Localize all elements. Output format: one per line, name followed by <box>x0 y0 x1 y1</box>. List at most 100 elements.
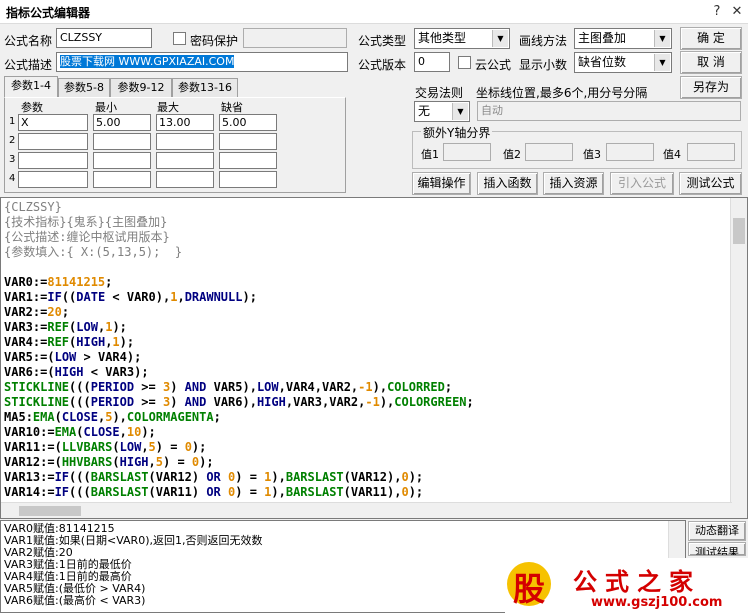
formula-version-input[interactable]: 0 <box>414 52 450 72</box>
trade-rule-select[interactable]: 无 ▼ <box>414 101 470 122</box>
draw-method-select[interactable]: 主图叠加 ▼ <box>574 28 672 49</box>
edit-operation-button[interactable]: 编辑操作 <box>412 172 471 195</box>
tab-params-9-12[interactable]: 参数9-12 <box>110 78 172 97</box>
param-max-cell[interactable]: 13.00 <box>156 114 214 131</box>
decimals-value: 缺省位数 <box>578 55 627 69</box>
tab-params-5-8[interactable]: 参数5-8 <box>58 78 110 97</box>
param-max-cell[interactable] <box>156 133 214 150</box>
cloud-formula-label: 云公式 <box>475 58 512 72</box>
formula-name-input[interactable]: CLZSSY <box>56 28 152 48</box>
formula-desc-label: 公式描述 <box>4 58 53 72</box>
password-label: 密码保护 <box>190 34 239 48</box>
code-line: VAR3:=REF(LOW,1); <box>4 320 127 334</box>
params-panel: 参数 最小 最大 缺省 1 X 5.00 13.00 5.00 2 3 4 <box>4 97 346 193</box>
chevron-down-icon: ▼ <box>492 30 508 47</box>
y-value-1-input[interactable] <box>443 143 491 161</box>
password-input[interactable] <box>243 28 347 48</box>
help-button[interactable]: ? <box>707 3 727 21</box>
formula-type-select[interactable]: 其他类型 ▼ <box>414 28 510 49</box>
param-row-index: 3 <box>9 154 16 165</box>
y-value-2-label: 值2 <box>503 148 521 161</box>
param-min-cell[interactable] <box>93 133 151 150</box>
formula-type-value: 其他类型 <box>418 31 467 45</box>
import-formula-button[interactable]: 引入公式 <box>610 172 674 195</box>
title-bar: 指标公式编辑器 ? ✕ <box>0 0 748 24</box>
coord-line-input[interactable]: 自动 <box>477 101 741 121</box>
param-header-max: 最大 <box>157 101 179 114</box>
param-name-cell[interactable]: X <box>18 114 88 131</box>
scrollbar-thumb[interactable] <box>733 218 745 244</box>
formula-version-label: 公式版本 <box>358 58 407 72</box>
tab-params-1-4[interactable]: 参数1-4 <box>4 76 58 98</box>
insert-function-button[interactable]: 插入函数 <box>477 172 538 195</box>
password-checkbox[interactable] <box>173 32 186 45</box>
param-row-index: 2 <box>9 135 16 146</box>
y-value-3-label: 值3 <box>583 148 601 161</box>
insert-resource-button[interactable]: 插入资源 <box>543 172 604 195</box>
y-value-2-input[interactable] <box>525 143 573 161</box>
window-title: 指标公式编辑器 <box>6 6 91 20</box>
cancel-button[interactable]: 取 消 <box>680 51 742 74</box>
param-row-index: 4 <box>9 173 16 184</box>
code-line: VAR4:=REF(HIGH,1); <box>4 335 135 349</box>
ok-button[interactable]: 确 定 <box>680 27 742 50</box>
code-line: VAR1:=IF((DATE < VAR0),1,DRAWNULL); <box>4 290 257 304</box>
code-line: {技术指标}{鬼系}{主图叠加} <box>4 215 168 229</box>
trade-rule-value: 无 <box>418 104 431 118</box>
param-max-cell[interactable] <box>156 152 214 169</box>
y-value-3-input[interactable] <box>606 143 654 161</box>
scrollbar-thumb[interactable] <box>19 506 81 516</box>
dynamic-translate-button[interactable]: 动态翻译 <box>688 521 746 541</box>
param-name-cell[interactable] <box>18 152 88 169</box>
code-line: VAR11:=(LLVBARS(LOW,5) = 0); <box>4 440 207 454</box>
code-line: VAR13:=IF(((BARSLAST(VAR12) OR 0) = 1),B… <box>4 470 424 484</box>
extra-y-axis-group: 额外Y轴分界 值1 值2 值3 值4 <box>412 124 742 169</box>
param-name-cell[interactable] <box>18 133 88 150</box>
watermark-logo: 股 公式之家 www.gszj100.com <box>505 558 748 613</box>
param-default-cell[interactable]: 5.00 <box>219 114 277 131</box>
draw-method-label: 画线方法 <box>519 34 568 48</box>
code-line: VAR6:=(HIGH < VAR3); <box>4 365 149 379</box>
param-name-cell[interactable] <box>18 171 88 188</box>
code-line: VAR2:=20; <box>4 305 70 319</box>
save-as-button[interactable]: 另存为 <box>680 76 742 99</box>
param-min-cell[interactable] <box>93 152 151 169</box>
param-header-default: 缺省 <box>221 101 243 114</box>
vertical-scrollbar[interactable] <box>730 198 747 518</box>
formula-name-label: 公式名称 <box>4 34 53 48</box>
param-default-cell[interactable] <box>219 152 277 169</box>
test-formula-button[interactable]: 测试公式 <box>679 172 742 195</box>
y-value-1-label: 值1 <box>421 148 439 161</box>
test-result-button[interactable]: 测试结果 <box>688 542 746 556</box>
code-line: {公式描述:缠论中枢试用版本} <box>4 230 170 244</box>
logo-url: www.gszj100.com <box>591 595 723 610</box>
code-line: STICKLINE(((PERIOD >= 3) AND VAR5),LOW,V… <box>4 380 453 394</box>
code-line: STICKLINE(((PERIOD >= 3) AND VAR6),HIGH,… <box>4 395 474 409</box>
code-line: VAR14:=IF(((BARSLAST(VAR11) OR 0) = 1),B… <box>4 485 424 499</box>
param-max-cell[interactable] <box>156 171 214 188</box>
param-default-cell[interactable] <box>219 171 277 188</box>
extra-y-axis-title: 额外Y轴分界 <box>421 124 493 141</box>
chevron-down-icon: ▼ <box>654 54 670 71</box>
formula-desc-input[interactable]: 股票下载网 WWW.GPXIAZAI.COM <box>56 52 348 72</box>
close-button[interactable]: ✕ <box>727 3 747 21</box>
trade-rule-label: 交易法则 <box>415 86 464 100</box>
param-min-cell[interactable]: 5.00 <box>93 114 151 131</box>
code-line: VAR0:=81141215; <box>4 275 113 289</box>
param-min-cell[interactable] <box>93 171 151 188</box>
code-line: {参数填入:{ X:(5,13,5); } <box>4 245 183 259</box>
formula-type-label: 公式类型 <box>358 34 407 48</box>
decimals-select[interactable]: 缺省位数 ▼ <box>574 52 672 73</box>
y-value-4-input[interactable] <box>687 143 735 161</box>
tab-params-13-16[interactable]: 参数13-16 <box>172 78 238 97</box>
code-line: MA5:EMA(CLOSE,5),COLORMAGENTA; <box>4 410 221 424</box>
code-line: {CLZSSY} <box>4 200 62 214</box>
horizontal-scrollbar[interactable] <box>1 502 732 518</box>
chevron-down-icon: ▼ <box>654 30 670 47</box>
logo-brand: 公式之家 <box>573 568 701 596</box>
param-default-cell[interactable] <box>219 133 277 150</box>
code-editor[interactable]: {CLZSSY} {技术指标}{鬼系}{主图叠加} {公式描述:缠论中枢试用版本}{… <box>0 197 748 519</box>
cloud-formula-checkbox[interactable] <box>458 56 471 69</box>
param-row-index: 1 <box>9 116 16 127</box>
code-line: VAR12:=(HHVBARS(HIGH,5) = 0); <box>4 455 214 469</box>
